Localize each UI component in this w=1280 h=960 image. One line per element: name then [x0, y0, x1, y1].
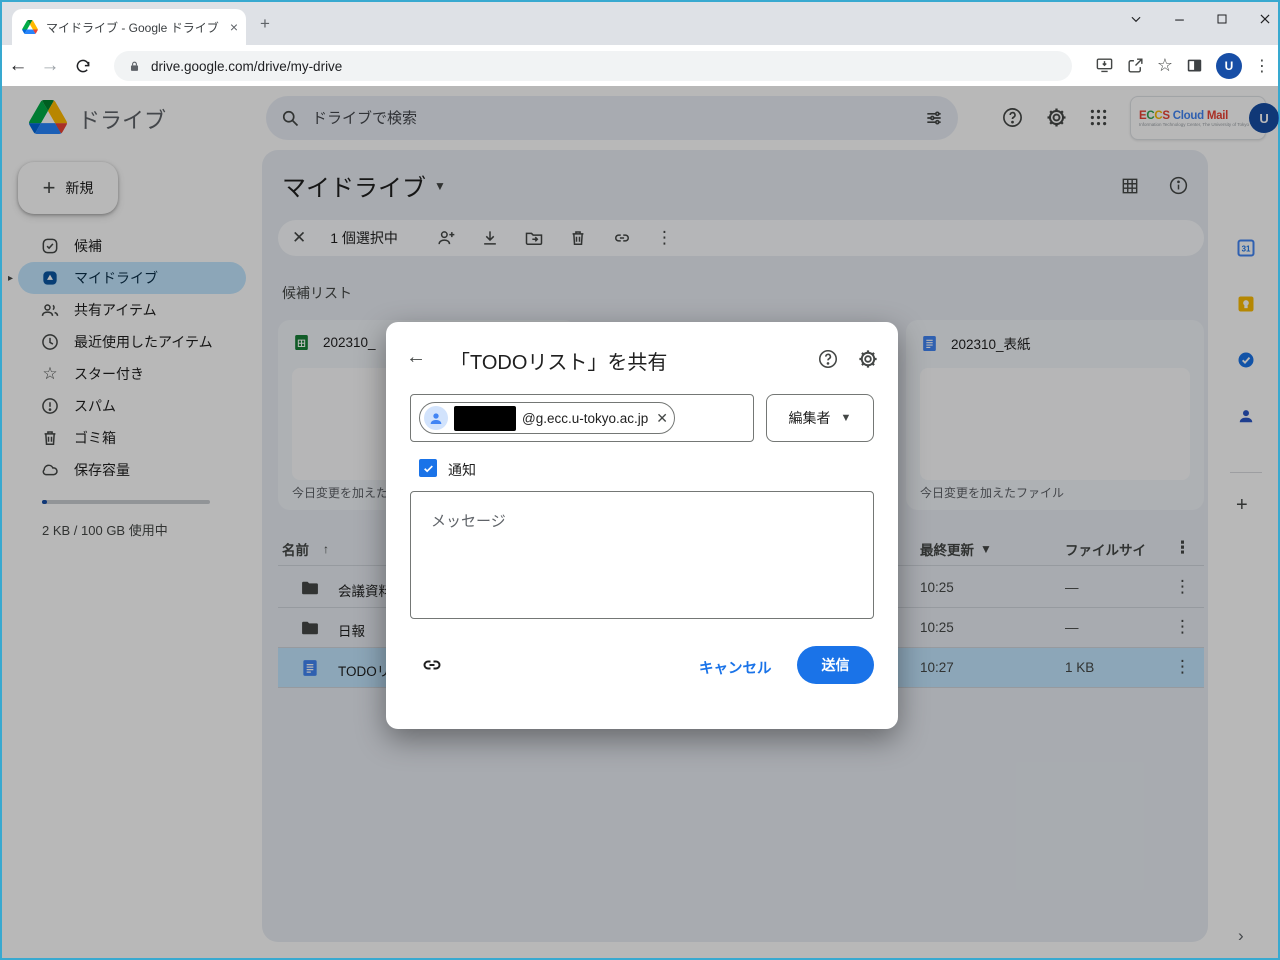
reload-button[interactable]	[74, 57, 92, 75]
screenshot-root: { "browser": { "tab_title": "マイドライブ - Go…	[0, 0, 1280, 960]
browser-profile-avatar[interactable]: U	[1216, 53, 1242, 79]
remove-chip-icon[interactable]: ✕	[656, 410, 668, 427]
share-dialog-title: 「TODOリスト」を共有	[450, 346, 667, 375]
side-panel-icon[interactable]	[1185, 56, 1204, 75]
forward-button[interactable]: →	[34, 55, 66, 77]
notify-label: 通知	[448, 460, 476, 480]
share-help-icon[interactable]	[817, 348, 839, 370]
message-textarea[interactable]	[410, 491, 874, 619]
share-icon[interactable]	[1126, 56, 1145, 75]
role-dropdown[interactable]: 編集者 ▼	[766, 394, 874, 442]
browser-tab[interactable]: マイドライブ - Google ドライブ ×	[12, 9, 246, 45]
tab-title: マイドライブ - Google ドライブ	[46, 19, 222, 36]
send-button[interactable]: 送信	[797, 646, 874, 684]
browser-menu-icon[interactable]: ⋮	[1254, 56, 1270, 76]
person-avatar-icon	[424, 406, 448, 430]
tab-search-icon[interactable]	[1129, 12, 1143, 26]
role-label: 編集者	[789, 408, 831, 428]
window-close-button[interactable]	[1258, 12, 1272, 26]
chevron-down-icon: ▼	[841, 412, 852, 424]
lock-icon[interactable]	[128, 60, 141, 73]
url-text: drive.google.com/drive/my-drive	[151, 59, 342, 74]
install-icon[interactable]	[1095, 56, 1114, 75]
bookmark-star-icon[interactable]: ☆	[1157, 55, 1173, 76]
back-arrow-icon[interactable]: ←	[406, 346, 426, 369]
new-tab-button[interactable]: +	[260, 14, 270, 34]
cancel-button[interactable]: キャンセル	[699, 657, 772, 678]
browser-toolbar: ← → drive.google.com/drive/my-drive ☆ U …	[2, 45, 1278, 86]
drive-app: ドライブ	[2, 86, 1278, 958]
browser-tab-strip: マイドライブ - Google ドライブ × +	[2, 2, 1278, 45]
share-recipient-input[interactable]: @g.ecc.u-tokyo.ac.jp ✕	[410, 394, 754, 442]
recipient-email: @g.ecc.u-tokyo.ac.jp	[522, 411, 648, 426]
copy-link-icon[interactable]	[420, 653, 444, 677]
window-minimize-button[interactable]	[1173, 13, 1186, 26]
url-bar[interactable]: drive.google.com/drive/my-drive	[114, 51, 1072, 81]
redacted-name	[454, 406, 516, 431]
back-button[interactable]: ←	[2, 55, 34, 77]
drive-favicon	[22, 20, 38, 34]
window-maximize-button[interactable]	[1216, 13, 1228, 25]
tab-close-icon[interactable]: ×	[230, 19, 238, 35]
recipient-chip[interactable]: @g.ecc.u-tokyo.ac.jp ✕	[419, 402, 675, 434]
share-dialog: ← 「TODOリスト」を共有 @g.ecc.u-tokyo.ac.jp ✕ 編集…	[386, 322, 898, 729]
share-settings-gear-icon[interactable]	[857, 348, 879, 370]
notify-checkbox[interactable]	[419, 459, 437, 477]
